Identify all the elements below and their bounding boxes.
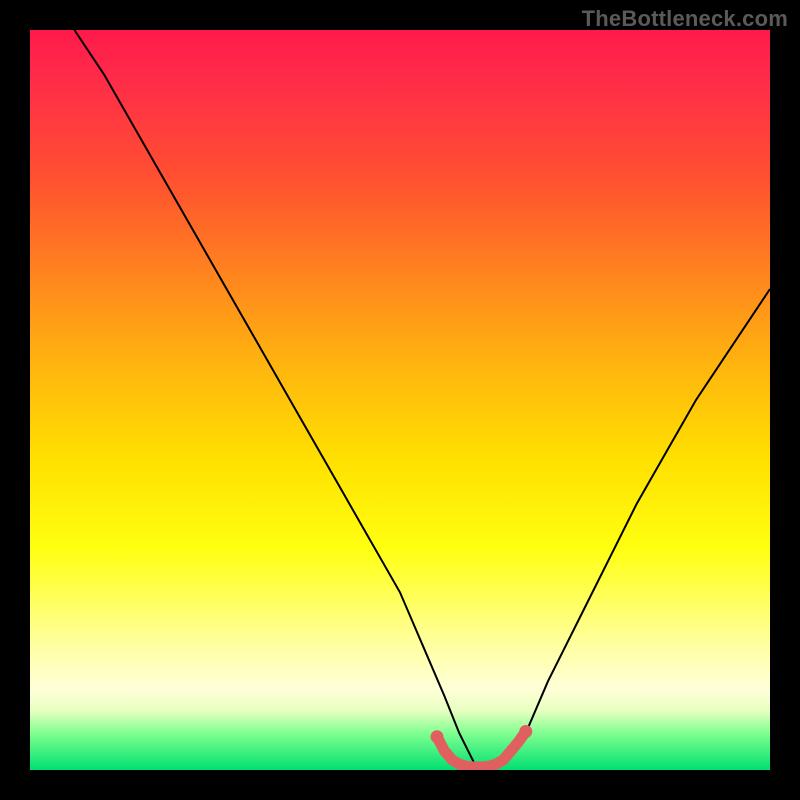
watermark-text: TheBottleneck.com: [582, 6, 788, 32]
chart-container: TheBottleneck.com: [0, 0, 800, 800]
bottleneck-curve: [74, 30, 770, 770]
optimal-band: [431, 725, 533, 767]
curve-svg: [30, 30, 770, 770]
plot-area: [30, 30, 770, 770]
